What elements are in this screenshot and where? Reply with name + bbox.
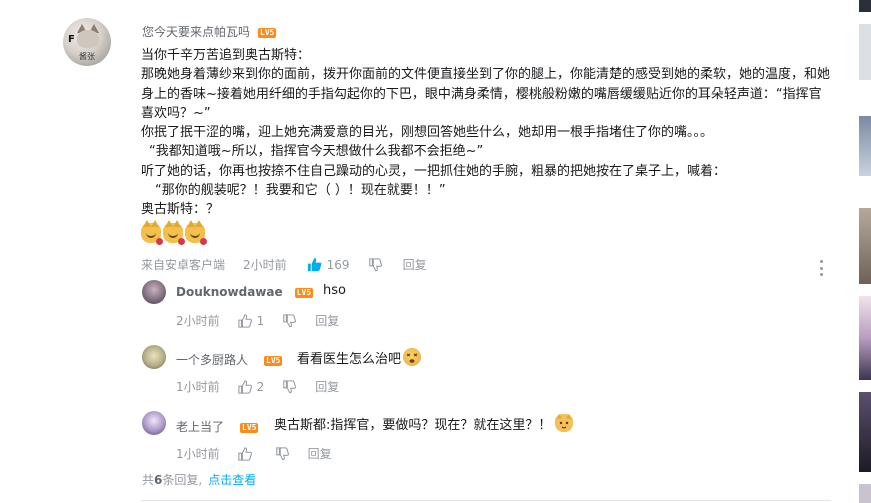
thumb-down-icon (283, 313, 297, 327)
level-badge: LV5 (294, 287, 314, 298)
like-button[interactable] (237, 446, 257, 461)
thumb-up-icon (237, 313, 252, 328)
comment-line: 奥古斯特：？ (141, 202, 220, 218)
reply-text: 奥古斯都:指挥官，要做吗？现在？就在这里？！ (274, 414, 574, 433)
reply-button[interactable]: 回复 (315, 378, 339, 395)
view-replies-link[interactable]: 点击查看 (208, 473, 256, 487)
comment-source: 来自安卓客户端 (141, 258, 226, 272)
reply-avatar[interactable] (142, 411, 166, 435)
cat-laugh-icon (141, 219, 163, 245)
avatar-cat-face (77, 30, 99, 48)
comment-line: “我都知道哦~所以，指挥官今天想做什么我都不会拒绝~” (149, 144, 484, 160)
divider (141, 500, 831, 501)
like-count: 1 (256, 313, 265, 328)
reply-button[interactable]: 回复 (308, 445, 332, 462)
username[interactable]: 老上当了 (176, 420, 224, 434)
thumb-down-icon (368, 257, 382, 271)
sidebar-thumbnail[interactable] (859, 0, 871, 12)
comment-body: 当你千辛万苦追到奥古斯特： 那晚她身着薄纱来到你的面前，拨开你面前的文件便直接坐… (141, 46, 833, 245)
reply-text: 看看医生怎么治吧 (297, 348, 422, 367)
sidebar-thumbnail[interactable] (859, 116, 871, 176)
emoji-row (141, 219, 833, 245)
thumb-up-icon (307, 257, 322, 272)
dislike-button[interactable] (275, 446, 294, 461)
reply-time: 2小时前 (176, 314, 220, 328)
comment-page: F 酱张 您今天要来点帕瓦吗 LV5 当你千辛万苦追到奥古斯特： 那晚她身着薄纱来… (0, 0, 871, 503)
like-button[interactable]: 169 (307, 257, 350, 272)
thumb-down-icon (283, 379, 297, 393)
reply-count-footer: 共6条回复, 点击查看 (142, 471, 256, 488)
reply-meta: 2小时前 1 回复 (176, 312, 339, 329)
avatar-caption: 酱张 (79, 52, 95, 61)
username[interactable]: 您今天要来点帕瓦吗 (142, 25, 250, 39)
reply-text-content: 看看医生怎么治吧 (297, 352, 402, 367)
reply-author[interactable]: Douknowdawae LV5 (176, 285, 314, 299)
sidebar-thumbnail[interactable] (859, 296, 871, 380)
comment-time: 2小时前 (243, 258, 287, 272)
reply-button[interactable]: 回复 (403, 256, 427, 273)
comment-line: “那你的舰装呢？！我要和它（ ）！现在就要！！” (155, 183, 446, 199)
comment-author[interactable]: 您今天要来点帕瓦吗 LV5 (142, 23, 277, 40)
reply-text-content: 奥古斯都:指挥官，要做吗？现在？就在这里？！ (274, 418, 552, 433)
comment-line: 当你千辛万苦追到奥古斯特： (141, 48, 311, 63)
more-options-icon[interactable] (818, 260, 824, 276)
user-avatar[interactable]: F 酱张 (63, 18, 111, 66)
reply-meta: 1小时前 2 回复 (176, 378, 339, 395)
like-count: 2 (256, 379, 265, 394)
dislike-button[interactable] (282, 313, 301, 328)
username[interactable]: Douknowdawae (176, 285, 283, 299)
reply-author[interactable]: 老上当了 LV5 (176, 418, 259, 435)
thumb-up-icon (237, 446, 252, 461)
reply-author[interactable]: 一个多厨路人 LV5 (176, 351, 283, 368)
comment-line: 那晚她身着薄纱来到你的面前，拨开你面前的文件便直接坐到了你的腿上，你能清楚的感受… (141, 67, 831, 121)
reply-avatar[interactable] (142, 280, 166, 304)
level-badge: LV5 (264, 355, 283, 366)
reply-time: 1小时前 (176, 380, 220, 394)
like-button[interactable]: 1 (237, 313, 265, 328)
reply-text: hso (323, 283, 346, 298)
right-sidebar-strip (859, 0, 871, 503)
cat-laugh-icon (185, 219, 207, 245)
like-count: 169 (326, 257, 350, 272)
reply-avatar[interactable] (142, 345, 166, 369)
comment-meta: 来自安卓客户端 2小时前 169 回复 (141, 256, 427, 273)
sidebar-thumbnail[interactable] (859, 208, 871, 284)
level-badge: LV5 (258, 27, 277, 38)
dislike-button[interactable] (368, 257, 387, 272)
comment-line: 你抿了抿干涩的嘴，迎上她充满爱意的目光，刚想回答她些什么，她却用一根手指堵住了你… (141, 125, 714, 141)
sidebar-thumbnail[interactable] (859, 484, 871, 503)
sidebar-thumbnail[interactable] (859, 24, 871, 80)
cat-face-icon (555, 414, 574, 432)
username[interactable]: 一个多厨路人 (176, 353, 248, 367)
thumb-up-icon (237, 379, 252, 394)
avatar-mark: F (68, 34, 75, 45)
cat-laugh-icon (163, 219, 185, 245)
reply-count-suffix: 条回复, (162, 473, 203, 487)
comment-line: 听了她的话，你再也按捺不住自己躁动的心灵，一把抓住她的手腕，粗暴的把她按在了桌子… (141, 163, 727, 179)
reply-count-prefix: 共 (142, 473, 155, 487)
reply-time: 1小时前 (176, 447, 220, 461)
dizzy-face-icon (403, 348, 422, 366)
reply-button[interactable]: 回复 (315, 312, 339, 329)
reply-meta: 1小时前 回复 (176, 445, 332, 462)
sidebar-thumbnail[interactable] (859, 392, 871, 472)
level-badge: LV5 (240, 422, 259, 433)
dislike-button[interactable] (282, 379, 301, 394)
like-button[interactable]: 2 (237, 379, 265, 394)
thumb-down-icon (275, 446, 289, 460)
